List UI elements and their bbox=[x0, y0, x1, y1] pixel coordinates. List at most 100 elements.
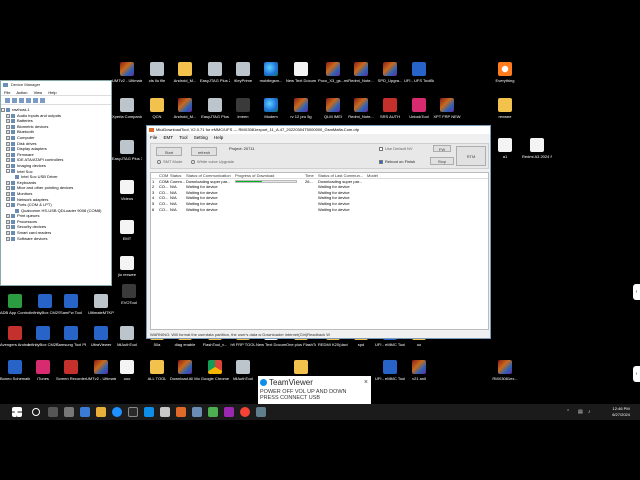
rtm-button[interactable]: RTM bbox=[456, 146, 486, 166]
col-com[interactable]: COM bbox=[158, 173, 169, 178]
desktop-icon-rt-1[interactable]: Redmi A3 2024 Produ... bbox=[522, 138, 552, 159]
menu-file[interactable]: File bbox=[4, 90, 10, 95]
expand-icon[interactable]: > bbox=[6, 180, 10, 185]
desktop-icon-l-1[interactable]: Videos bbox=[112, 180, 142, 201]
desktop-icon-r2-6[interactable]: rv 12 pro 5g bbox=[286, 98, 316, 119]
store-icon[interactable] bbox=[128, 407, 138, 417]
menu-view[interactable]: View bbox=[34, 90, 43, 95]
taskbar-app-icon-2[interactable] bbox=[160, 407, 170, 417]
desktop-icon-r1-2[interactable]: Android_M... bbox=[170, 62, 200, 83]
menu-help[interactable]: Help bbox=[48, 90, 56, 95]
menu-emt[interactable]: EMT bbox=[164, 135, 174, 140]
device-tree-item[interactable]: > Software devices bbox=[1, 236, 111, 242]
desktop-icon-r2-2[interactable]: Android_M... bbox=[170, 98, 200, 119]
device-manager-window[interactable]: Device Manager File Action View Help - ra… bbox=[0, 80, 112, 286]
menu-file[interactable]: File bbox=[150, 135, 157, 140]
side-panel-tab-lower[interactable]: ‹ bbox=[633, 366, 640, 382]
desktop-icon-r1-5[interactable]: mobilegsm... bbox=[256, 62, 286, 83]
col-progress[interactable]: Progress of Download bbox=[234, 173, 304, 178]
white-voice-radio[interactable] bbox=[191, 159, 195, 164]
flash-tool-titlebar[interactable]: MiuiDownloadTool, V2.0.71 for eMMC/UFS -… bbox=[147, 126, 490, 134]
expand-icon[interactable]: > bbox=[6, 225, 10, 230]
forward-icon[interactable] bbox=[12, 98, 17, 103]
menu-tool[interactable]: Tool bbox=[179, 135, 187, 140]
teamviewer-taskbar-icon[interactable] bbox=[144, 407, 154, 417]
desktop-icon-r2-3[interactable]: EasyJTAG Plus bbox=[200, 98, 230, 119]
monitor-icon[interactable] bbox=[40, 98, 45, 103]
desktop-icon-rt-0[interactable]: a1 bbox=[490, 138, 520, 159]
use-default-nv-option[interactable]: Use Default NV bbox=[379, 146, 413, 151]
properties-icon[interactable] bbox=[19, 98, 24, 103]
expand-icon[interactable]: > bbox=[6, 135, 10, 140]
desktop-icon-r1-3[interactable]: EasyJTAG Plus 2 bbox=[200, 62, 230, 83]
desktop-icon-r4-2[interactable]: Samsung Tool PRO bbox=[56, 326, 86, 347]
use-default-nv-checkbox[interactable] bbox=[379, 146, 383, 151]
taskbar-app-icon-5[interactable] bbox=[240, 407, 250, 417]
menu-action[interactable]: Action bbox=[16, 90, 27, 95]
desktop-icon-r2-4[interactable]: imeen bbox=[228, 98, 258, 119]
desktop-icon-r2-10[interactable]: UnlockTool bbox=[404, 98, 434, 119]
desktop-icon-r1-4[interactable]: iKeyPrime bbox=[228, 62, 258, 83]
collapse-icon[interactable]: - bbox=[6, 169, 10, 174]
collapse-icon[interactable]: - bbox=[1, 107, 5, 112]
desktop-icon-r4-4[interactable]: MiAuthTool bbox=[112, 326, 142, 347]
device-manager-taskbar-icon[interactable] bbox=[192, 407, 202, 417]
expand-icon[interactable]: > bbox=[6, 163, 10, 168]
start-button[interactable]: Start bbox=[156, 147, 182, 156]
fw-button[interactable]: FW bbox=[433, 145, 451, 152]
col-communication[interactable]: Status of Communication bbox=[185, 173, 234, 178]
desktop-icon-r3-0[interactable]: ADB App Control bbox=[0, 294, 30, 315]
col-index[interactable] bbox=[151, 173, 158, 178]
desktop-icon-r5-1[interactable]: iTunes bbox=[28, 360, 58, 381]
miui-download-tool-window[interactable]: MiuiDownloadTool, V2.0.71 for eMMC/UFS -… bbox=[146, 125, 491, 339]
taskbar-app-icon-4[interactable] bbox=[224, 407, 234, 417]
edge-icon[interactable] bbox=[112, 407, 122, 417]
windows-start-icon[interactable] bbox=[12, 407, 22, 417]
desktop-icon-r5-11[interactable]: v21 anil bbox=[404, 360, 434, 381]
desktop-icon-r1-11[interactable]: Everything bbox=[490, 62, 520, 83]
desktop-icon-r1-7[interactable]: Poco_X3_gs...mi_account... bbox=[318, 62, 348, 83]
file-explorer-icon[interactable] bbox=[96, 407, 106, 417]
close-icon[interactable]: × bbox=[364, 376, 368, 389]
desktop-icon-r4-0[interactable]: Avengers Android MTK bbox=[0, 326, 30, 347]
desktop-icon-l-3[interactable]: jio rexwee bbox=[112, 256, 142, 277]
reboot-on-finish-checkbox[interactable] bbox=[379, 159, 383, 164]
taskbar-app-icon-1[interactable] bbox=[80, 407, 90, 417]
teamviewer-popup[interactable]: TeamViewer × POWER OFF VOL UP AND DOWN P… bbox=[258, 376, 371, 406]
smt-mode-option[interactable]: SMT Mode bbox=[157, 159, 183, 164]
expand-icon[interactable]: > bbox=[6, 124, 10, 129]
white-voice-option[interactable]: White voice Upgrade bbox=[191, 159, 234, 164]
desktop-icon-r1-6[interactable]: New Text Document bbox=[286, 62, 316, 83]
expand-icon[interactable]: > bbox=[6, 236, 10, 241]
tray-chevron-icon[interactable]: ⌃ bbox=[566, 409, 570, 415]
refresh-button[interactable]: refresh bbox=[191, 147, 217, 156]
desktop-icon-r2-7[interactable]: QLM IMEI bbox=[318, 98, 348, 119]
widgets-icon[interactable] bbox=[64, 407, 74, 417]
desktop-icon-r2-5[interactable]: Modem bbox=[256, 98, 286, 119]
expand-icon[interactable]: > bbox=[6, 158, 10, 163]
expand-icon[interactable]: > bbox=[6, 214, 10, 219]
col-model[interactable]: Model bbox=[366, 173, 426, 178]
desktop-icon-r3-4[interactable]: EVOTool bbox=[114, 284, 144, 305]
collapse-icon[interactable]: - bbox=[6, 203, 10, 208]
table-row[interactable]: 6 CO... N/A Waiting for device Waiting for d… bbox=[151, 207, 488, 213]
col-last-comm[interactable]: Status of Last Commun... bbox=[317, 173, 366, 178]
desktop-icon-r5-7[interactable]: Google Chrome bbox=[200, 360, 230, 381]
desktop-icon-r5-12[interactable]: RMX3081ex... bbox=[490, 360, 520, 381]
expand-icon[interactable]: > bbox=[6, 186, 10, 191]
desktop-icon-r1-0[interactable]: UMTv2 - UltimateMTK2 bbox=[112, 62, 142, 83]
desktop-icon-r5-10[interactable]: UFI - eMMC ToolBox bbox=[375, 360, 405, 381]
task-view-icon[interactable] bbox=[48, 407, 58, 417]
expand-icon[interactable]: > bbox=[6, 113, 10, 118]
desktop-icon-l-0[interactable]: EasyJTAG Plus 3PRP Flasher bbox=[112, 140, 142, 161]
volume-icon[interactable]: ♪ bbox=[588, 409, 591, 415]
desktop-icon-r1-1[interactable]: cts llo file bbox=[142, 62, 172, 83]
clock[interactable]: 12:46 PM 6/27/2024 bbox=[612, 406, 630, 418]
taskbar-app-icon-3[interactable] bbox=[208, 407, 218, 417]
desktop-icon-r2-0[interactable]: Xperia Companion bbox=[112, 98, 142, 119]
desktop-icon-r5-0[interactable]: Boneo Schematics bbox=[0, 360, 30, 381]
taskbar-app-icon-6[interactable] bbox=[256, 407, 266, 417]
desktop-icon-r1-9[interactable]: SPD_Upgra... bbox=[375, 62, 405, 83]
smt-mode-radio[interactable] bbox=[157, 159, 161, 164]
expand-icon[interactable]: > bbox=[6, 152, 10, 157]
